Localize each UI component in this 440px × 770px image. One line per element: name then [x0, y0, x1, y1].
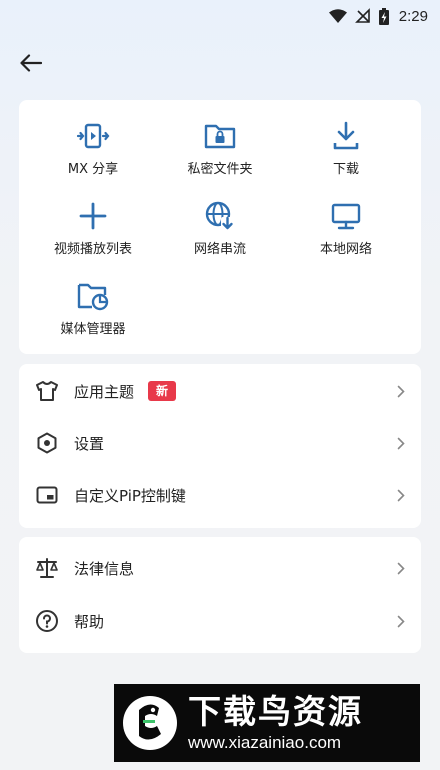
row-settings[interactable]: 设置 — [19, 417, 421, 469]
back-button[interactable] — [14, 48, 48, 78]
no-signal-icon — [354, 8, 371, 24]
info-card: 法律信息 帮助 — [19, 537, 421, 653]
row-label: 帮助 — [74, 612, 105, 631]
row-label: 法律信息 — [74, 559, 135, 578]
grid-item-network-stream[interactable]: 网络串流 — [153, 199, 287, 273]
status-time: 2:29 — [398, 7, 428, 25]
row-custom-pip[interactable]: 自定义PiP控制键 — [19, 469, 421, 521]
download-icon — [329, 119, 363, 153]
grid-item-label: 本地网络 — [319, 242, 372, 257]
chevron-right-icon — [395, 561, 407, 575]
chevron-right-icon — [395, 384, 407, 398]
chevron-right-icon — [395, 436, 407, 450]
media-manager-icon — [76, 279, 110, 313]
settings-card: 应用主题 新 设置 自定义PiP控制键 — [19, 364, 421, 528]
shortcuts-card: MX 分享 私密文件夹 下载 视频播放列表 网络串流 本地网络 媒体管理器 — [19, 100, 421, 354]
row-app-theme[interactable]: 应用主题 新 — [19, 365, 421, 417]
battery-charging-icon — [378, 7, 389, 25]
new-badge: 新 — [148, 381, 177, 401]
network-stream-icon — [203, 199, 237, 233]
tshirt-icon — [35, 379, 59, 403]
private-folder-icon — [203, 119, 237, 153]
bird-logo-icon — [120, 693, 180, 753]
row-label: 自定义PiP控制键 — [74, 486, 186, 505]
plus-icon — [76, 199, 110, 233]
grid-item-label: 视频播放列表 — [53, 242, 132, 257]
grid-item-mx-share[interactable]: MX 分享 — [26, 119, 160, 193]
grid-item-label: 网络串流 — [193, 242, 246, 257]
grid-item-label: 媒体管理器 — [60, 322, 126, 337]
status-bar: 2:29 — [0, 0, 440, 32]
scale-icon — [35, 556, 59, 580]
grid-item-video-playlist[interactable]: 视频播放列表 — [26, 199, 160, 273]
grid-item-download[interactable]: 下载 — [279, 119, 413, 193]
grid-item-label: MX 分享 — [67, 162, 119, 177]
hexagon-settings-icon — [35, 431, 59, 455]
row-help[interactable]: 帮助 — [19, 595, 421, 647]
mx-share-icon — [76, 119, 110, 153]
arrow-left-icon — [20, 54, 42, 72]
row-legal-info[interactable]: 法律信息 — [19, 542, 421, 594]
watermark-title: 下载鸟资源 — [188, 692, 363, 731]
row-label: 应用主题 — [74, 382, 135, 401]
watermark-banner: 下载鸟资源 www.xiazainiao.com — [114, 684, 420, 762]
grid-item-local-network[interactable]: 本地网络 — [279, 199, 413, 273]
chevron-right-icon — [395, 488, 407, 502]
watermark-url: www.xiazainiao.com — [188, 733, 342, 752]
grid-item-private-folder[interactable]: 私密文件夹 — [153, 119, 287, 193]
help-icon — [35, 609, 59, 633]
wifi-icon — [328, 9, 347, 23]
grid-item-media-manager[interactable]: 媒体管理器 — [26, 279, 160, 353]
grid-item-label: 私密文件夹 — [187, 162, 253, 177]
pip-icon — [35, 483, 59, 507]
monitor-icon — [329, 199, 363, 233]
row-label: 设置 — [74, 434, 105, 453]
chevron-right-icon — [395, 614, 407, 628]
grid-item-label: 下载 — [332, 162, 359, 177]
